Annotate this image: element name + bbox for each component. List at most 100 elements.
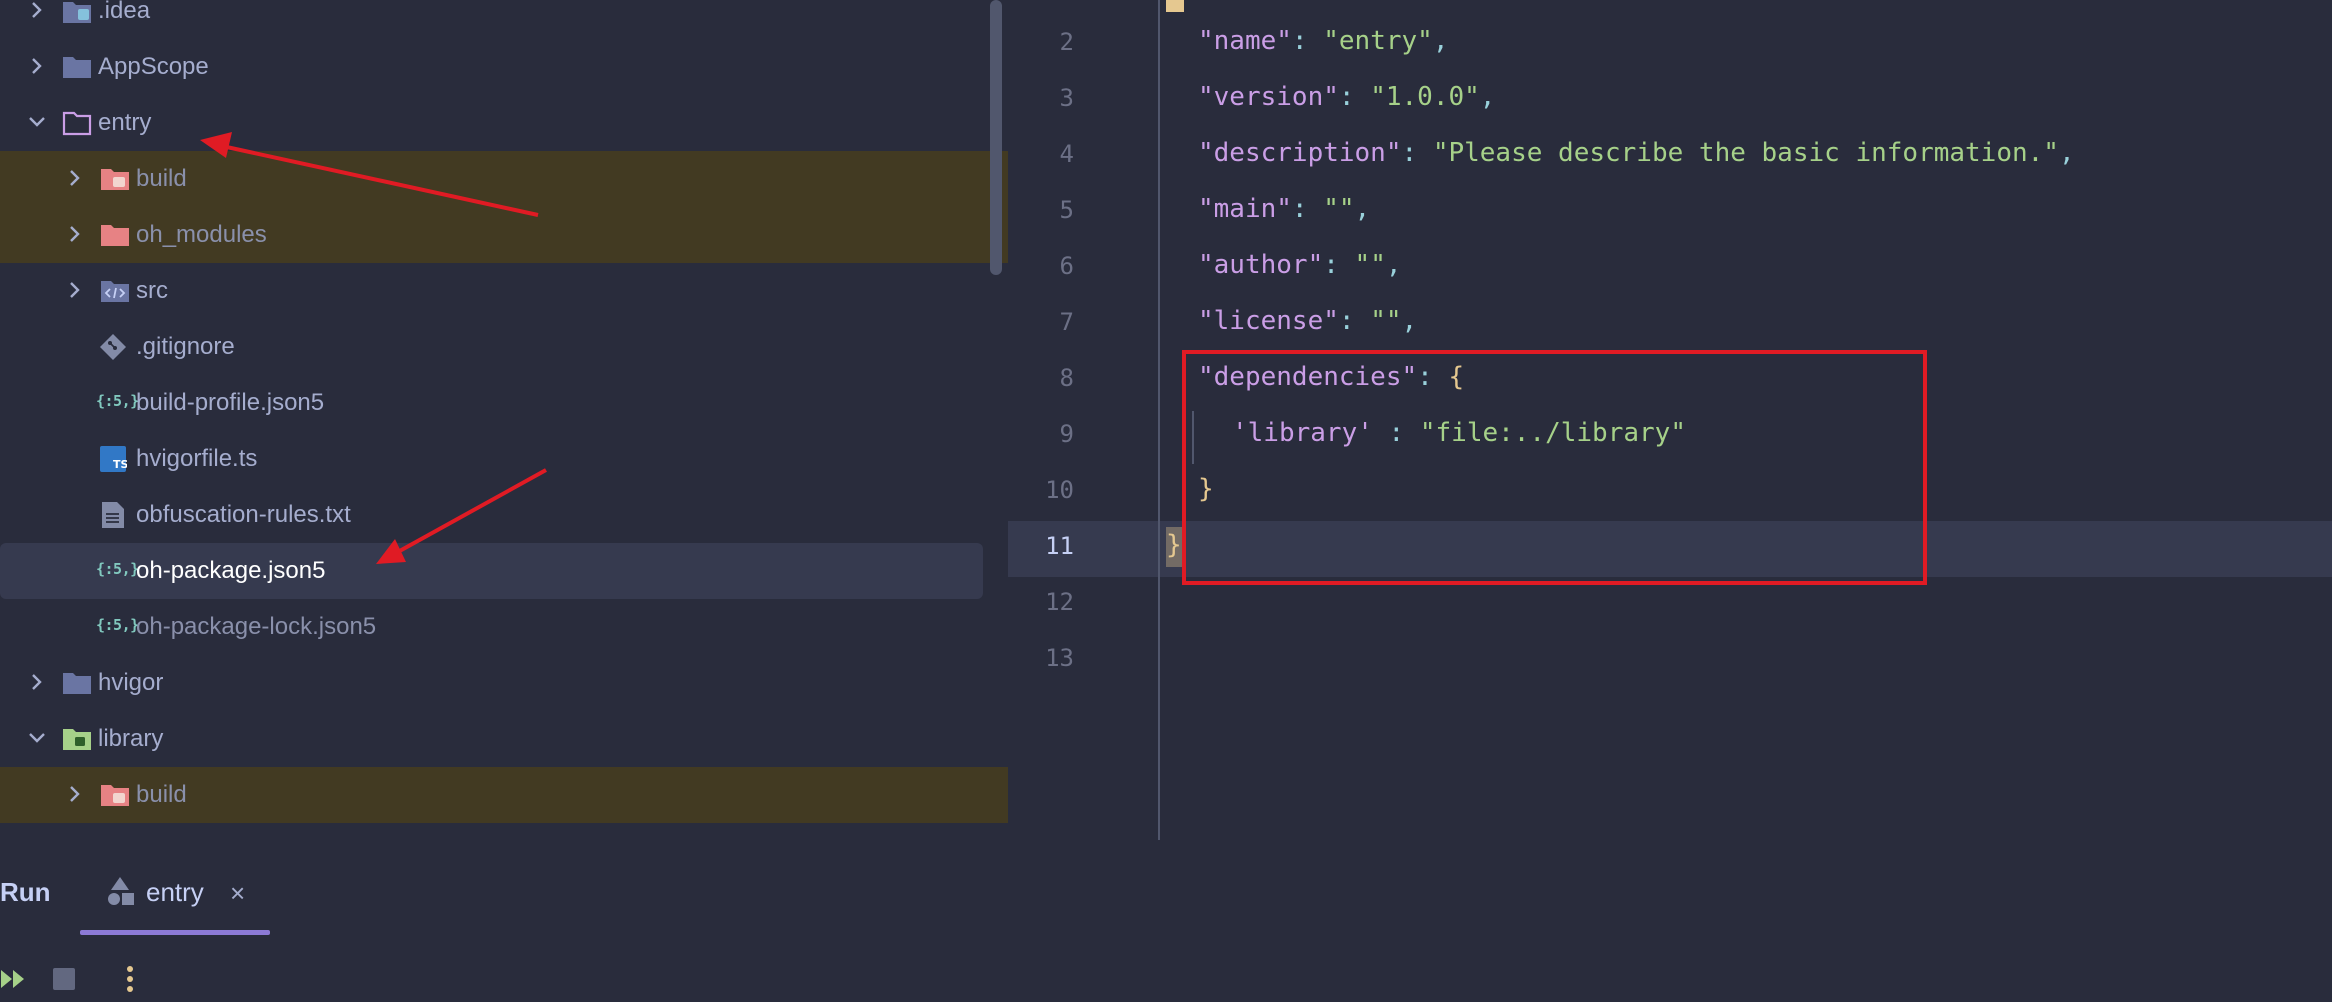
tree-scrollbar[interactable]	[990, 0, 1002, 275]
chevron-right-icon[interactable]	[26, 671, 48, 693]
tree-item-label: build-profile.json5	[136, 389, 325, 416]
tree-item-gitignore[interactable]: .gitignore	[0, 319, 1008, 375]
tree-item-label: hvigorfile.ts	[136, 445, 258, 472]
line-number: 4	[1059, 140, 1074, 168]
line-number: 3	[1059, 84, 1074, 112]
tree-item-entry[interactable]: entry	[0, 95, 1008, 151]
json5-file-icon: {:5,}	[96, 616, 139, 634]
code-line[interactable]: "name": "entry",	[1198, 26, 1448, 56]
text-file-icon	[100, 501, 126, 529]
json-value: "Please describe the basic information."	[1432, 138, 2059, 168]
tree-item-label: .idea	[98, 0, 151, 24]
line-number: 13	[1045, 644, 1074, 672]
line-number: 9	[1059, 420, 1074, 448]
bracket-match-marker	[1166, 0, 1184, 12]
json-key: "main"	[1198, 194, 1292, 224]
line-number: 10	[1045, 476, 1074, 504]
run-panel: Run entry ×	[0, 840, 2332, 1002]
tree-item-hvigorfile[interactable]: TS hvigorfile.ts	[0, 431, 1008, 487]
json-key: "license"	[1198, 306, 1339, 336]
tree-item-partial	[0, 823, 1008, 840]
folder-modules-icon	[100, 221, 130, 249]
tree-item-label: library	[98, 725, 164, 752]
folder-icon	[62, 53, 92, 81]
json-key: "author"	[1198, 250, 1324, 280]
chevron-down-icon[interactable]	[26, 111, 48, 133]
chevron-right-icon[interactable]	[64, 783, 86, 805]
folder-open-icon	[62, 109, 92, 137]
json-value: "1.0.0"	[1370, 82, 1480, 112]
shapes-icon	[104, 875, 136, 907]
tree-item-label: hvigor	[98, 669, 164, 696]
tree-item-label: AppScope	[98, 53, 209, 80]
code-line[interactable]: "description": "Please describe the basi…	[1198, 138, 2075, 168]
tree-item-obfuscation-rules[interactable]: obfuscation-rules.txt	[0, 487, 1008, 543]
typescript-file-icon: TS	[99, 445, 127, 473]
tree-item-library-build[interactable]: build	[0, 767, 1008, 823]
folder-build-icon	[100, 165, 130, 193]
tree-item-appscope[interactable]: AppScope	[0, 39, 1008, 95]
more-vertical-icon[interactable]	[122, 964, 138, 994]
code-line[interactable]: "license": "",	[1198, 306, 1417, 336]
tree-item-label: oh-package-lock.json5	[136, 613, 377, 640]
line-number: 2	[1059, 28, 1074, 56]
chevron-right-icon[interactable]	[64, 167, 86, 189]
run-tab-entry[interactable]: entry ×	[80, 840, 270, 936]
line-number: 5	[1059, 196, 1074, 224]
tree-item-label: obfuscation-rules.txt	[136, 501, 351, 528]
tree-item-label: .gitignore	[136, 333, 235, 360]
chevron-right-icon[interactable]	[26, 55, 48, 77]
tree-item-label: entry	[98, 109, 152, 136]
code-line[interactable]: "author": "",	[1198, 250, 1402, 280]
json-key: "description"	[1198, 138, 1402, 168]
svg-text:TS: TS	[113, 458, 127, 471]
json-value: ""	[1370, 306, 1402, 336]
code-line[interactable]: }	[1166, 530, 1182, 560]
code-editor[interactable]: 2 3 4 5 6 7 8 9 10 11 12 13 "name": "ent…	[1008, 0, 2332, 845]
json-key: "version"	[1198, 82, 1339, 112]
folder-build-icon	[100, 781, 130, 809]
chevron-right-icon[interactable]	[64, 279, 86, 301]
chevron-right-icon[interactable]	[64, 223, 86, 245]
folder-module-icon	[62, 725, 92, 753]
tree-item-oh-package-json5[interactable]: {:5,} oh-package.json5	[0, 543, 983, 599]
tree-item-label: oh-package.json5	[136, 557, 326, 584]
run-panel-title: Run	[0, 877, 51, 907]
line-number: 8	[1059, 364, 1074, 392]
tree-item-oh-modules[interactable]: oh_modules	[0, 207, 1008, 263]
folder-icon	[62, 669, 92, 697]
close-icon[interactable]: ×	[230, 878, 245, 909]
json-value: "entry"	[1323, 26, 1433, 56]
rerun-icon[interactable]	[0, 968, 28, 990]
code-line[interactable]: "main": "",	[1198, 194, 1370, 224]
project-tree: .idea AppScope entry build oh_modules sr…	[0, 0, 1008, 840]
tree-item-hvigor[interactable]: hvigor	[0, 655, 1008, 711]
tree-item-build-profile[interactable]: {:5,} build-profile.json5	[0, 375, 1008, 431]
tree-item-label: build	[136, 165, 187, 192]
line-number: 7	[1059, 308, 1074, 336]
json-value: ""	[1323, 194, 1355, 224]
run-tab-label: entry	[146, 877, 204, 907]
chevron-right-icon[interactable]	[26, 0, 48, 21]
json5-file-icon: {:5,}	[96, 392, 139, 410]
tree-item-oh-package-lock[interactable]: {:5,} oh-package-lock.json5	[0, 599, 1008, 655]
tree-item-idea[interactable]: .idea	[0, 0, 1008, 39]
tree-item-label: oh_modules	[136, 221, 267, 248]
line-number-current: 11	[1045, 532, 1074, 560]
line-number: 12	[1045, 588, 1074, 616]
tree-item-build[interactable]: build	[0, 151, 1008, 207]
folder-src-icon	[100, 277, 130, 305]
tree-item-library[interactable]: library	[0, 711, 1008, 767]
json-key: "name"	[1198, 26, 1292, 56]
active-tab-indicator	[80, 930, 270, 935]
git-icon	[98, 333, 128, 361]
annotation-highlight-box	[1182, 350, 1927, 585]
tree-item-label: src	[136, 277, 168, 304]
tree-item-src[interactable]: src	[0, 263, 1008, 319]
gutter-divider	[1158, 0, 1160, 845]
stop-icon[interactable]	[53, 968, 75, 990]
json5-file-icon: {:5,}	[96, 560, 139, 578]
tree-item-label: build	[136, 781, 187, 808]
code-line[interactable]: "version": "1.0.0",	[1198, 82, 1495, 112]
chevron-down-icon[interactable]	[26, 727, 48, 749]
